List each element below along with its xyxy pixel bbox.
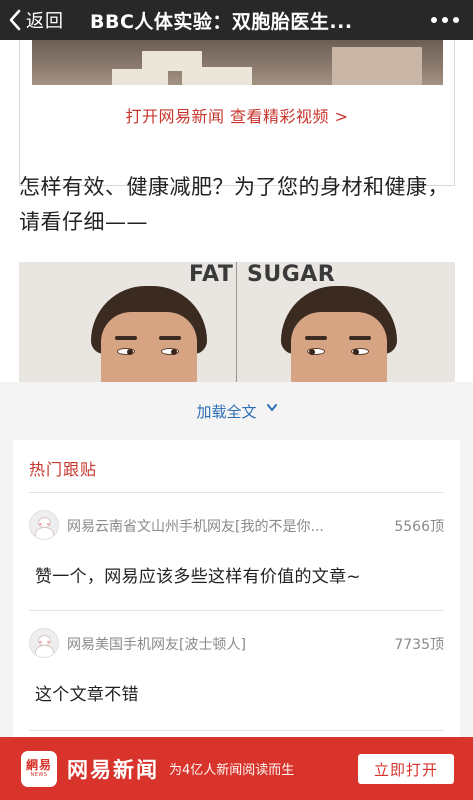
article-photo: FAT SUGAR [19,262,455,382]
more-dots-icon[interactable] [431,0,459,40]
banner-slogan: 为4亿人新闻阅读而生 [169,763,295,778]
page-title: BBC人体实验：双胞胎医生... [90,10,353,33]
twin-face-right [279,286,399,382]
netease-news-logo: 網易 NEWS [21,750,57,787]
hot-comments-section: 热门跟贴 网易云南省文山州手机网友[我的不是你... 5566顶 赞一个，网易应… [13,440,460,740]
user-avatar-icon[interactable] [29,510,59,540]
back-button[interactable]: 返回 [0,0,80,40]
comment-text: 赞一个，网易应该多些这样有价值的文章~ [35,567,361,587]
upvote-count[interactable]: 7735顶 [394,634,444,654]
back-label: 返回 [26,11,64,32]
upvote-count[interactable]: 5566顶 [394,516,444,536]
comment-text: 这个文章不错 [35,685,139,705]
comment-item[interactable]: 网易美国手机网友[波士顿人] 7735顶 这个文章不错 [29,628,444,728]
photo-label-sugar: SUGAR [247,262,336,287]
video-thumbnail[interactable] [32,40,443,85]
open-now-button[interactable]: 立即打开 [358,754,454,784]
article-paragraph: 怎样有效、健康减肥？为了您的身材和健康，请看仔细—— [19,175,449,234]
user-avatar-icon[interactable] [29,628,59,658]
article-body: 打开网易新闻 查看精彩视频 > 怎样有效、健康减肥？为了您的身材和健康，请看仔细… [0,40,473,382]
banner-brand: 网易新闻 [67,757,159,782]
chevron-down-icon [266,404,277,411]
comment-user[interactable]: 网易云南省文山州手机网友[我的不是你... [67,516,347,536]
twin-face-left [89,286,209,382]
comment-item[interactable]: 网易云南省文山州手机网友[我的不是你... 5566顶 赞一个，网易应该多些这样… [29,510,444,610]
app-download-banner[interactable]: 網易 NEWS 网易新闻 为4亿人新闻阅读而生 立即打开 [0,737,473,800]
photo-label-fat: FAT [189,262,234,287]
load-full-text-button[interactable]: 加载全文 [0,382,473,440]
chevron-left-icon [9,9,21,31]
hot-comments-title: 热门跟贴 [29,460,98,479]
video-card[interactable]: 打开网易新闻 查看精彩视频 > [19,40,455,186]
comment-user[interactable]: 网易美国手机网友[波士顿人] [67,634,347,654]
load-full-text-label: 加载全文 [196,402,257,421]
top-nav-bar: 返回 BBC人体实验：双胞胎医生... [0,0,473,40]
open-app-video-link[interactable]: 打开网易新闻 查看精彩视频 > [20,103,454,127]
